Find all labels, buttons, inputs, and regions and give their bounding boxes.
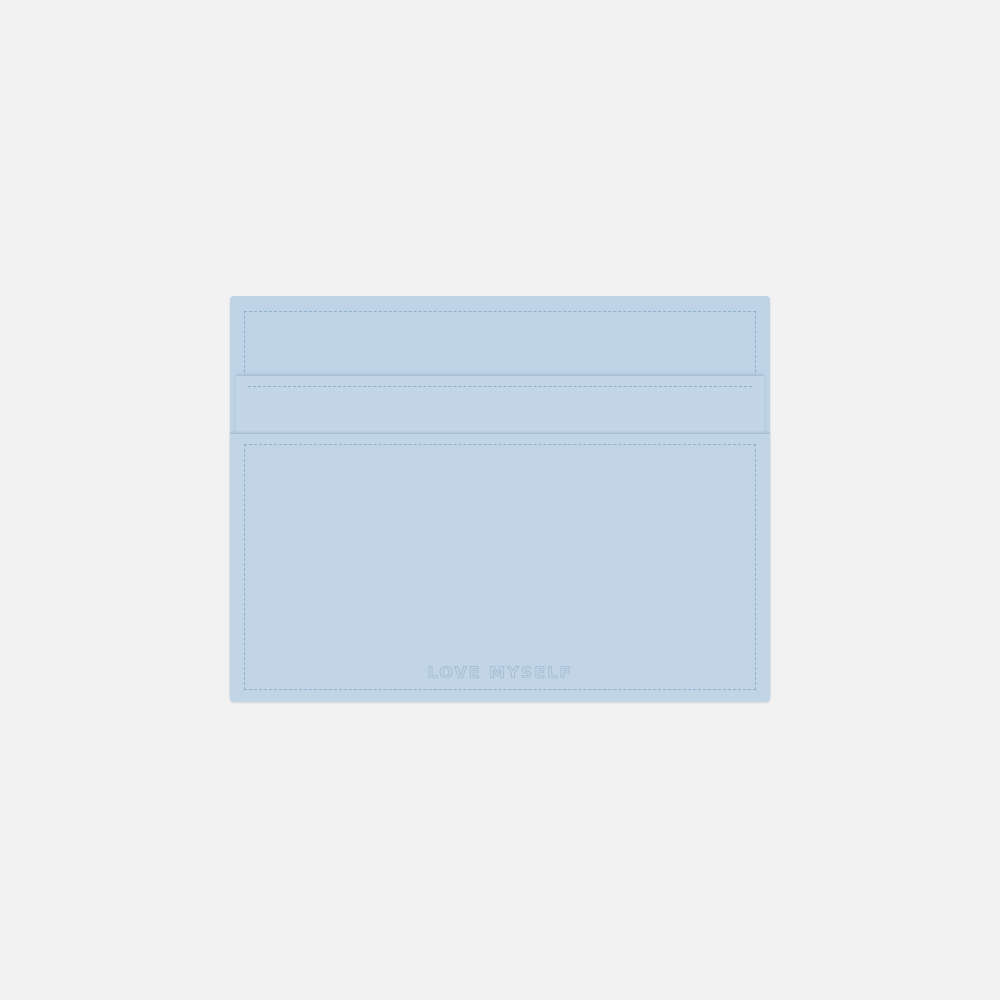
front-panel-stitching	[244, 444, 756, 690]
embossed-logo-text: LOVE MYSELF	[427, 663, 573, 683]
slot-stitching	[248, 386, 752, 387]
card-slot-front: LOVE MYSELF	[230, 433, 770, 702]
product-photo: LOVE MYSELF	[0, 0, 1000, 1000]
card-slot-top	[236, 375, 764, 436]
card-holder: LOVE MYSELF	[230, 296, 770, 702]
